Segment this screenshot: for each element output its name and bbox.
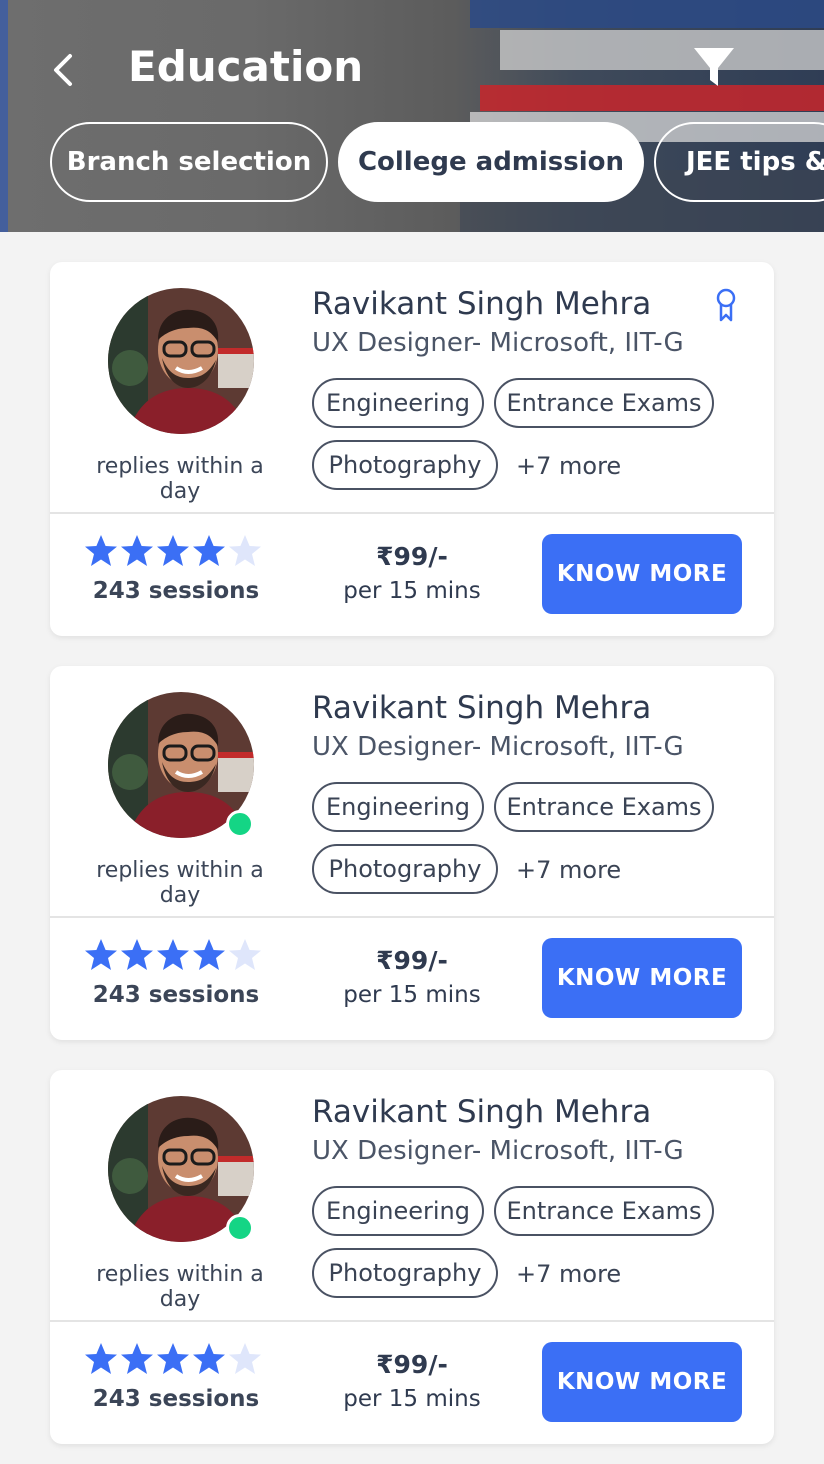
- star-empty-icon: [229, 939, 261, 970]
- filter-button[interactable]: [692, 46, 736, 90]
- header: Education Branch selection College admis…: [0, 0, 824, 232]
- star-filled-icon: [193, 939, 225, 970]
- tag[interactable]: Entrance Exams: [494, 1186, 714, 1236]
- tag[interactable]: Entrance Exams: [494, 782, 714, 832]
- star-filled-icon: [121, 939, 153, 970]
- online-status-dot: [226, 1214, 254, 1242]
- tag[interactable]: Engineering: [312, 782, 484, 832]
- more-tags-link[interactable]: +7 more: [516, 452, 621, 480]
- reply-time: replies within a day: [96, 1262, 264, 1312]
- online-status-dot: [226, 810, 254, 838]
- star-rating: [84, 534, 262, 568]
- mentor-card-3[interactable]: replies within a day Ravikant Singh Mehr…: [50, 1070, 774, 1444]
- filter-icon: [694, 48, 734, 86]
- tag[interactable]: Photography: [312, 440, 498, 490]
- avatar-photo: [108, 288, 254, 434]
- star-filled-icon: [85, 535, 117, 566]
- price-unit: per 15 mins: [343, 1386, 481, 1412]
- mentor-name[interactable]: Ravikant Singh Mehra: [312, 1094, 651, 1130]
- more-tags-link[interactable]: +7 more: [516, 1260, 621, 1288]
- tag[interactable]: Entrance Exams: [494, 378, 714, 428]
- price: ₹99/-: [376, 542, 448, 571]
- know-more-button[interactable]: KNOW MORE: [542, 1342, 742, 1422]
- price-unit: per 15 mins: [343, 982, 481, 1008]
- session-count: 243 sessions: [92, 578, 260, 604]
- star-filled-icon: [157, 1343, 189, 1374]
- mentor-role: UX Designer- Microsoft, IIT-G: [312, 1136, 684, 1166]
- star-rating: [84, 1342, 262, 1376]
- star-filled-icon: [193, 535, 225, 566]
- chip-branch-selection[interactable]: Branch selection: [50, 122, 328, 202]
- tag[interactable]: Engineering: [312, 1186, 484, 1236]
- more-tags-link[interactable]: +7 more: [516, 856, 621, 884]
- star-rating: [84, 938, 262, 972]
- know-more-button[interactable]: KNOW MORE: [542, 938, 742, 1018]
- mentor-role: UX Designer- Microsoft, IIT-G: [312, 328, 684, 358]
- price: ₹99/-: [376, 946, 448, 975]
- mentor-card-1[interactable]: replies within a day Ravikant Singh Mehr…: [50, 262, 774, 636]
- star-filled-icon: [157, 939, 189, 970]
- know-more-button[interactable]: KNOW MORE: [542, 534, 742, 614]
- star-empty-icon: [229, 1343, 261, 1374]
- star-filled-icon: [85, 1343, 117, 1374]
- session-count: 243 sessions: [92, 982, 260, 1008]
- divider: [50, 512, 774, 514]
- mentor-name[interactable]: Ravikant Singh Mehra: [312, 690, 651, 726]
- tag[interactable]: Engineering: [312, 378, 484, 428]
- chevron-left-icon: [54, 54, 72, 86]
- star-filled-icon: [85, 939, 117, 970]
- tag[interactable]: Photography: [312, 844, 498, 894]
- divider: [50, 1320, 774, 1322]
- price-unit: per 15 mins: [343, 578, 481, 604]
- tag[interactable]: Photography: [312, 1248, 498, 1298]
- mentor-name[interactable]: Ravikant Singh Mehra: [312, 286, 651, 322]
- star-filled-icon: [157, 535, 189, 566]
- award-ribbon-icon: [716, 288, 736, 322]
- divider: [50, 916, 774, 918]
- mentor-card-2[interactable]: replies within a day Ravikant Singh Mehr…: [50, 666, 774, 1040]
- reply-time: replies within a day: [96, 858, 264, 908]
- star-empty-icon: [229, 535, 261, 566]
- chip-college-admission[interactable]: College admission: [338, 122, 644, 202]
- session-count: 243 sessions: [92, 1386, 260, 1412]
- chip-jee-tips[interactable]: JEE tips & tricks: [654, 122, 824, 202]
- star-filled-icon: [121, 1343, 153, 1374]
- reply-time: replies within a day: [96, 454, 264, 504]
- star-filled-icon: [121, 535, 153, 566]
- award-badge: [714, 288, 738, 322]
- price: ₹99/-: [376, 1350, 448, 1379]
- avatar: [108, 288, 254, 434]
- back-button[interactable]: [44, 50, 84, 90]
- page-title: Education: [128, 42, 364, 91]
- star-filled-icon: [193, 1343, 225, 1374]
- mentor-role: UX Designer- Microsoft, IIT-G: [312, 732, 684, 762]
